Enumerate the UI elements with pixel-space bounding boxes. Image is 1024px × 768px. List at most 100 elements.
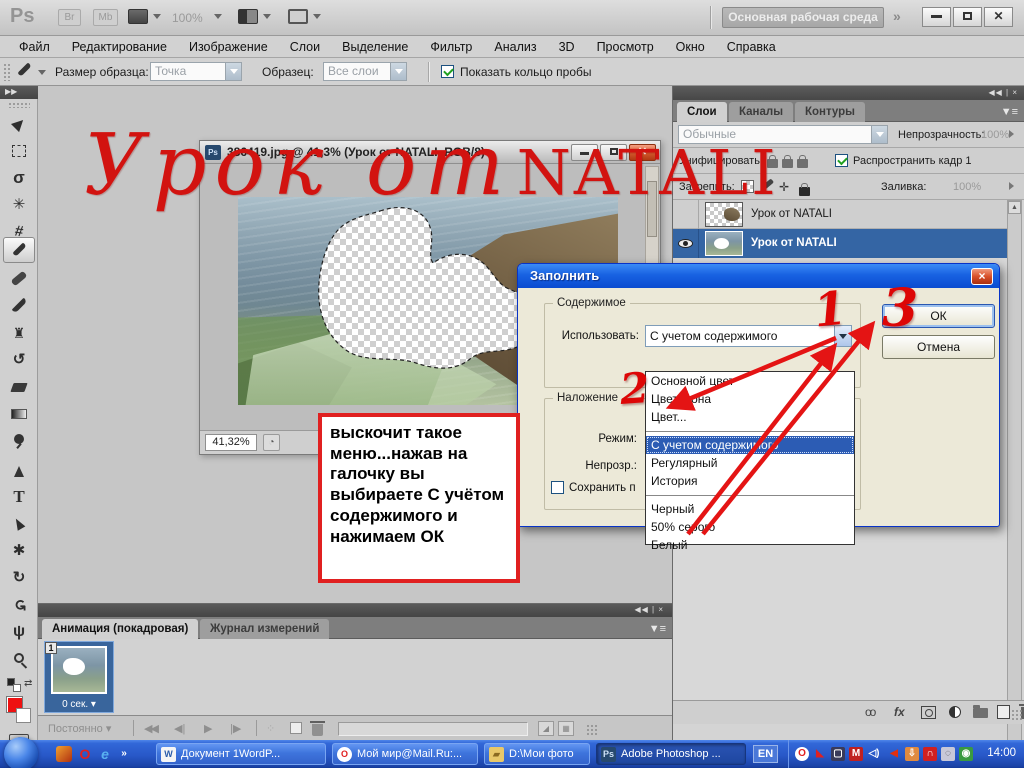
opacity-slider-icon[interactable]	[1009, 130, 1018, 138]
chevron-down-icon[interactable]	[263, 14, 271, 23]
quicklaunch-chevron[interactable]: »	[116, 746, 132, 762]
list-item[interactable]: История	[646, 472, 854, 490]
menu-select[interactable]: Выделение	[331, 40, 419, 54]
opacity-value[interactable]: 100%	[981, 129, 1009, 141]
workspace-button[interactable]: Основная рабочая среда	[722, 7, 884, 28]
3d-orbit-tool[interactable]: ↺	[7, 592, 31, 618]
tray-sound-icon[interactable]: ◀	[887, 747, 901, 761]
taskbar-mail-ru[interactable]: O Мой мир@Mail.Ru:...	[332, 743, 478, 765]
previous-frame-icon[interactable]: ◀|	[174, 722, 185, 735]
dodge-tool[interactable]	[6, 429, 32, 453]
layers-scrollbar[interactable]: ▲ ▼	[1007, 200, 1022, 768]
magic-wand-tool[interactable]: ✳	[6, 193, 32, 217]
minimize-button[interactable]	[922, 7, 951, 27]
tab-paths[interactable]: Контуры	[795, 102, 865, 122]
chevron-down-icon[interactable]	[38, 70, 46, 79]
bridge-button[interactable]: Br	[58, 9, 81, 26]
show-sampling-ring-checkbox[interactable]	[441, 65, 454, 78]
resize-grip[interactable]	[586, 724, 598, 736]
drag-grip[interactable]	[3, 63, 10, 81]
close-button[interactable]: ✕	[984, 7, 1013, 27]
taskbar-word-document[interactable]: W Документ 1WordP...	[156, 743, 326, 765]
resize-grip[interactable]	[1011, 709, 1023, 721]
menu-analysis[interactable]: Анализ	[483, 40, 547, 54]
tray-update-icon[interactable]: ⇩	[905, 747, 919, 761]
eyedropper-tool-selected[interactable]	[3, 237, 35, 263]
panel-menu-icon[interactable]: ▼≡	[1001, 106, 1018, 118]
tray-agent-icon[interactable]: M	[849, 747, 863, 761]
language-indicator[interactable]: EN	[753, 745, 778, 763]
chevron-down-icon[interactable]	[313, 14, 321, 23]
tray-display-icon[interactable]: ▢	[831, 747, 845, 761]
custom-shape-tool[interactable]: ✱	[6, 539, 32, 563]
loop-mode-select[interactable]: Постоянно ▾	[48, 722, 111, 735]
panel-collapse-bar[interactable]: ◀◀ | ×	[38, 604, 672, 617]
arrange-documents-icon[interactable]	[238, 9, 258, 24]
menu-image[interactable]: Изображение	[178, 40, 279, 54]
default-colors-icon[interactable]	[13, 684, 21, 692]
delete-frame-icon[interactable]	[310, 721, 325, 736]
list-item[interactable]: Белый	[646, 536, 854, 554]
list-item-selected[interactable]: С учетом содержимого	[646, 436, 854, 454]
first-frame-icon[interactable]: ◀◀	[144, 722, 159, 735]
workspace-overflow-chevron[interactable]: »	[893, 8, 901, 24]
clone-stamp-tool[interactable]: ♜	[6, 321, 32, 345]
sample-size-select[interactable]: Точка	[150, 62, 242, 81]
play-icon[interactable]: ▶	[204, 722, 212, 735]
restore-button[interactable]	[953, 7, 982, 27]
list-item[interactable]: Черный	[646, 500, 854, 518]
eyedropper-tool-icon[interactable]	[17, 62, 32, 77]
lock-position-icon[interactable]: ✛	[779, 180, 789, 194]
chevron-down-icon[interactable]	[153, 14, 161, 23]
tab-measurement-log[interactable]: Журнал измерений	[200, 619, 330, 639]
link-layers-icon[interactable]: oo	[865, 705, 876, 719]
list-item[interactable]: Цвет фона	[646, 390, 854, 408]
start-button[interactable]	[4, 737, 38, 768]
collapse-panel-icon[interactable]: ▶▶	[0, 86, 38, 99]
tween-icon[interactable]: ⁘	[266, 722, 275, 735]
move-tool[interactable]: ▶	[1, 106, 36, 141]
gradient-tool[interactable]	[6, 402, 32, 426]
scroll-end-icon[interactable]: ◢	[538, 721, 554, 736]
next-frame-icon[interactable]: |▶	[230, 722, 241, 735]
tray-search-icon[interactable]: ◌	[941, 747, 955, 761]
menu-window[interactable]: Окно	[665, 40, 716, 54]
quicklaunch-ie-icon[interactable]: e	[97, 746, 113, 762]
dock-header[interactable]: ◀◀ | ×	[673, 86, 1024, 100]
menu-edit[interactable]: Редактирование	[61, 40, 178, 54]
zoom-percent-field[interactable]: 41,32%	[205, 434, 257, 451]
layer-thumbnail[interactable]	[705, 231, 743, 256]
marquee-tool[interactable]	[6, 139, 32, 163]
screen-mode-icon[interactable]	[288, 9, 308, 24]
zoom-level[interactable]: 100%	[172, 11, 203, 25]
list-item[interactable]: Цвет...	[646, 408, 854, 426]
brush-tool[interactable]	[6, 294, 32, 318]
lasso-tool[interactable]: σ	[6, 166, 32, 190]
propagate-frame-checkbox[interactable]	[835, 154, 848, 167]
layer-style-icon[interactable]: fx	[894, 705, 905, 719]
list-item[interactable]: Основной цвет	[646, 372, 854, 390]
menu-filter[interactable]: Фильтр	[419, 40, 483, 54]
tray-pointer-icon[interactable]: ◣	[813, 747, 827, 761]
fill-slider-icon[interactable]	[1009, 182, 1018, 190]
fill-value[interactable]: 100%	[953, 181, 981, 193]
sample-select[interactable]: Все слои	[323, 62, 407, 81]
launch-bridge-icon[interactable]	[128, 9, 148, 24]
menu-view[interactable]: Просмотр	[586, 40, 665, 54]
menu-help[interactable]: Справка	[716, 40, 787, 54]
quicklaunch-app-icon[interactable]	[56, 746, 72, 762]
path-selection-tool[interactable]: ▲	[0, 504, 38, 544]
lock-all-icon[interactable]	[799, 183, 810, 196]
frame-delay[interactable]: 0 сек. ▾	[45, 699, 113, 710]
layer-name[interactable]: Урок от NATALI	[751, 237, 837, 249]
menu-layers[interactable]: Слои	[279, 40, 331, 54]
tray-opera-icon[interactable]: O	[795, 747, 809, 761]
menu-3d[interactable]: 3D	[548, 40, 586, 54]
new-group-icon[interactable]	[973, 705, 988, 718]
tray-antivirus-icon[interactable]: ∩	[923, 747, 937, 761]
3d-rotate-tool[interactable]: ↻	[6, 566, 32, 590]
history-brush-tool[interactable]: ↺	[6, 348, 32, 372]
adjustment-layer-icon[interactable]	[949, 706, 961, 718]
status-info-icon[interactable]: ◔	[263, 434, 280, 451]
quicklaunch-opera-icon[interactable]: O	[77, 746, 93, 762]
